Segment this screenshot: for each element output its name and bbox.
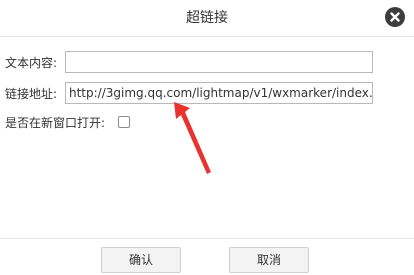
hyperlink-dialog: 超链接 文本内容: 链接地址: http://3gimg.qq.com/ligh… xyxy=(0,0,414,275)
link-address-label: 链接地址: xyxy=(5,87,58,101)
open-new-window-checkbox[interactable] xyxy=(118,116,130,128)
title-divider xyxy=(0,36,414,37)
dialog-title: 超链接 xyxy=(186,10,228,26)
cancel-button[interactable]: 取消 xyxy=(229,247,309,273)
text-content-label: 文本内容: xyxy=(5,56,58,70)
confirm-button[interactable]: 确认 xyxy=(101,247,181,273)
text-content-input[interactable] xyxy=(65,51,373,73)
red-arrow-annotation xyxy=(174,102,211,174)
footer-divider xyxy=(0,238,414,239)
open-new-window-label: 是否在新窗口打开: xyxy=(5,116,106,130)
close-icon[interactable] xyxy=(385,7,405,27)
dialog-titlebar: 超链接 xyxy=(0,0,414,36)
link-address-input[interactable]: http://3gimg.qq.com/lightmap/v1/wxmarker… xyxy=(65,82,373,104)
